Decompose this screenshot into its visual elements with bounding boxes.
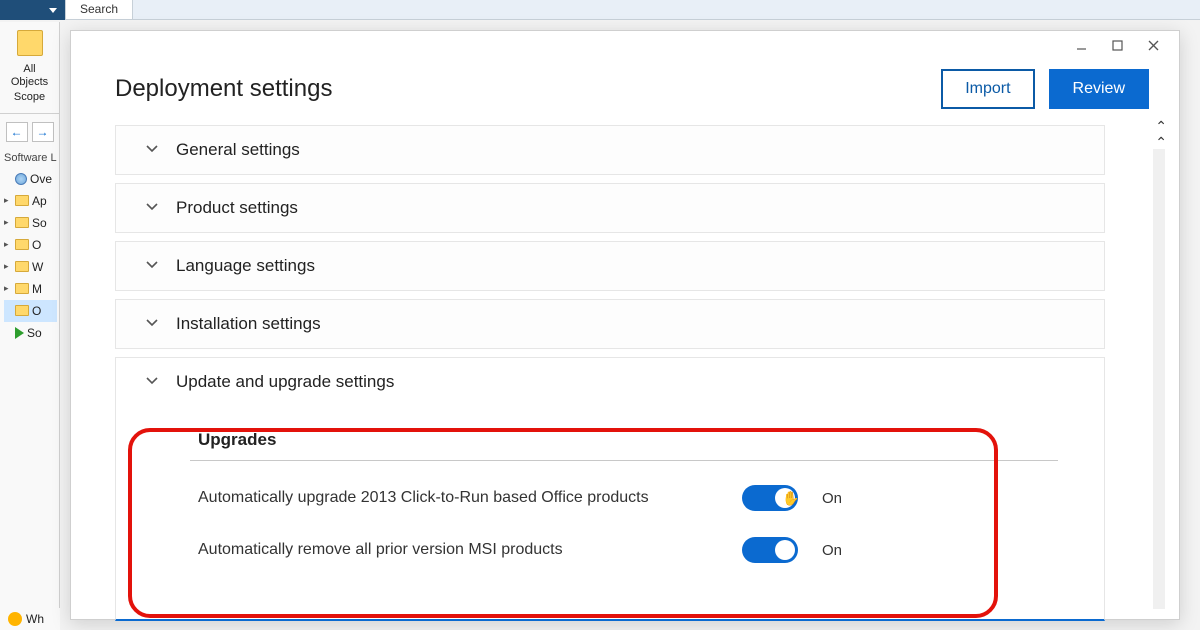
panel-title: Product settings xyxy=(176,198,298,218)
all-objects-label: All Objects xyxy=(0,63,59,89)
panel-language-settings: Language settings xyxy=(115,241,1105,291)
minimize-button[interactable] xyxy=(1063,33,1099,57)
sidebar-item[interactable]: Ove xyxy=(4,168,57,190)
chevron-down-icon xyxy=(144,256,160,277)
folder-icon xyxy=(15,305,29,316)
panel-header-installation[interactable]: Installation settings xyxy=(116,300,1104,348)
panel-header-general[interactable]: General settings xyxy=(116,126,1104,174)
close-button[interactable] xyxy=(1135,33,1171,57)
panel-general-settings: General settings xyxy=(115,125,1105,175)
dialog-titlebar xyxy=(71,31,1179,59)
scroll-to-top[interactable]: ⌃ ⌃ xyxy=(1155,119,1167,149)
tree-expander-icon[interactable]: ▸ xyxy=(4,261,12,272)
tree-expander-icon[interactable]: ▸ xyxy=(4,195,12,206)
ribbon-strip: Search xyxy=(0,0,1200,20)
all-objects-icon[interactable] xyxy=(17,30,43,56)
tree-expander-icon[interactable]: ▸ xyxy=(4,217,12,228)
divider xyxy=(190,460,1058,461)
sidebar-item-label: O xyxy=(32,238,41,252)
toggle-state: On xyxy=(822,542,862,559)
panel-update-upgrade-settings: Update and upgrade settings Upgrades Aut… xyxy=(115,357,1105,621)
sidebar-item-label: W xyxy=(32,260,43,274)
sidebar-item[interactable]: ▸ Ap xyxy=(4,190,57,212)
folder-icon xyxy=(15,283,29,294)
sidebar-item[interactable]: ▸ So xyxy=(4,212,57,234)
panel-title: Update and upgrade settings xyxy=(176,372,394,392)
nav-forward-button[interactable]: → xyxy=(32,122,54,142)
toggle-knob xyxy=(775,540,795,560)
panel-header-update[interactable]: Update and upgrade settings xyxy=(116,358,1104,406)
chevron-up-icon: ⌃ xyxy=(1155,135,1167,149)
panel-installation-settings: Installation settings xyxy=(115,299,1105,349)
sidebar-item[interactable]: ▸W xyxy=(4,256,57,278)
chevron-down-icon xyxy=(144,372,160,393)
sidebar-item-label: Ap xyxy=(32,194,47,208)
sidebar-item[interactable]: ▸O xyxy=(4,234,57,256)
sidebar-section-label: Software Li xyxy=(2,146,57,168)
scrollbar[interactable] xyxy=(1153,149,1165,609)
folder-icon xyxy=(15,217,29,228)
ribbon-dropdown-tab[interactable] xyxy=(0,0,65,20)
panel-title: General settings xyxy=(176,140,300,160)
bottom-strip: Wh xyxy=(0,608,60,630)
import-button[interactable]: Import xyxy=(941,69,1034,109)
maximize-button[interactable] xyxy=(1099,33,1135,57)
sidebar-item-label: So xyxy=(32,216,47,230)
folder-icon xyxy=(15,239,29,250)
toggle-remove-msi[interactable] xyxy=(742,537,798,563)
play-icon xyxy=(15,327,24,339)
deployment-settings-dialog: Deployment settings Import Review ⌃ ⌃ Ge… xyxy=(70,30,1180,620)
panel-product-settings: Product settings xyxy=(115,183,1105,233)
review-button[interactable]: Review xyxy=(1049,69,1149,109)
sidebar-item-label: So xyxy=(27,326,42,340)
panel-title: Installation settings xyxy=(176,314,321,334)
panel-header-product[interactable]: Product settings xyxy=(116,184,1104,232)
sidebar-tree: Ove▸Ap▸So▸O▸W▸MOSo xyxy=(2,168,57,344)
tree-expander-icon[interactable]: ▸ xyxy=(4,239,12,250)
ribbon-tab-search[interactable]: Search xyxy=(65,0,133,20)
scope-label: Scope xyxy=(0,91,59,104)
sidebar-item-label: M xyxy=(32,282,42,296)
folder-icon xyxy=(15,261,29,272)
left-sidebar: All Objects Scope ← → Software Li Ove ▸ Ap… xyxy=(0,22,60,630)
globe-icon xyxy=(15,173,27,185)
toggle-label: Automatically upgrade 2013 Click-to-Run … xyxy=(198,489,718,507)
panel-title: Language settings xyxy=(176,256,315,276)
chevron-up-icon: ⌃ xyxy=(1155,119,1167,133)
chevron-down-icon xyxy=(144,314,160,335)
settings-panel-stack: General settings Product settings Langua… xyxy=(115,125,1115,621)
page-title: Deployment settings xyxy=(115,75,332,103)
toggle-row-upgrade-2013: Automatically upgrade 2013 Click-to-Run … xyxy=(198,485,1058,511)
toggle-row-remove-msi: Automatically remove all prior version M… xyxy=(198,537,1058,563)
tree-expander-icon[interactable]: ▸ xyxy=(4,283,12,294)
toggle-state: On xyxy=(822,490,862,507)
toggle-knob xyxy=(775,488,795,508)
toggle-label: Automatically remove all prior version M… xyxy=(198,541,718,559)
upgrades-section: Upgrades Automatically upgrade 2013 Clic… xyxy=(136,412,1084,619)
nav-back-button[interactable]: ← xyxy=(6,122,28,142)
panel-header-language[interactable]: Language settings xyxy=(116,242,1104,290)
upgrades-heading: Upgrades xyxy=(198,430,1058,460)
chevron-down-icon xyxy=(144,198,160,219)
sidebar-item-label: Ove xyxy=(30,172,52,186)
sidebar-item[interactable]: ▸M xyxy=(4,278,57,300)
sidebar-item[interactable]: So xyxy=(4,322,57,344)
folder-icon xyxy=(15,195,29,206)
sidebar-item[interactable]: O xyxy=(4,300,57,322)
sun-icon xyxy=(8,612,22,626)
bottom-label: Wh xyxy=(26,612,44,626)
sidebar-item-label: O xyxy=(32,304,41,318)
chevron-down-icon xyxy=(144,140,160,161)
toggle-upgrade-2013[interactable]: ✋ xyxy=(742,485,798,511)
